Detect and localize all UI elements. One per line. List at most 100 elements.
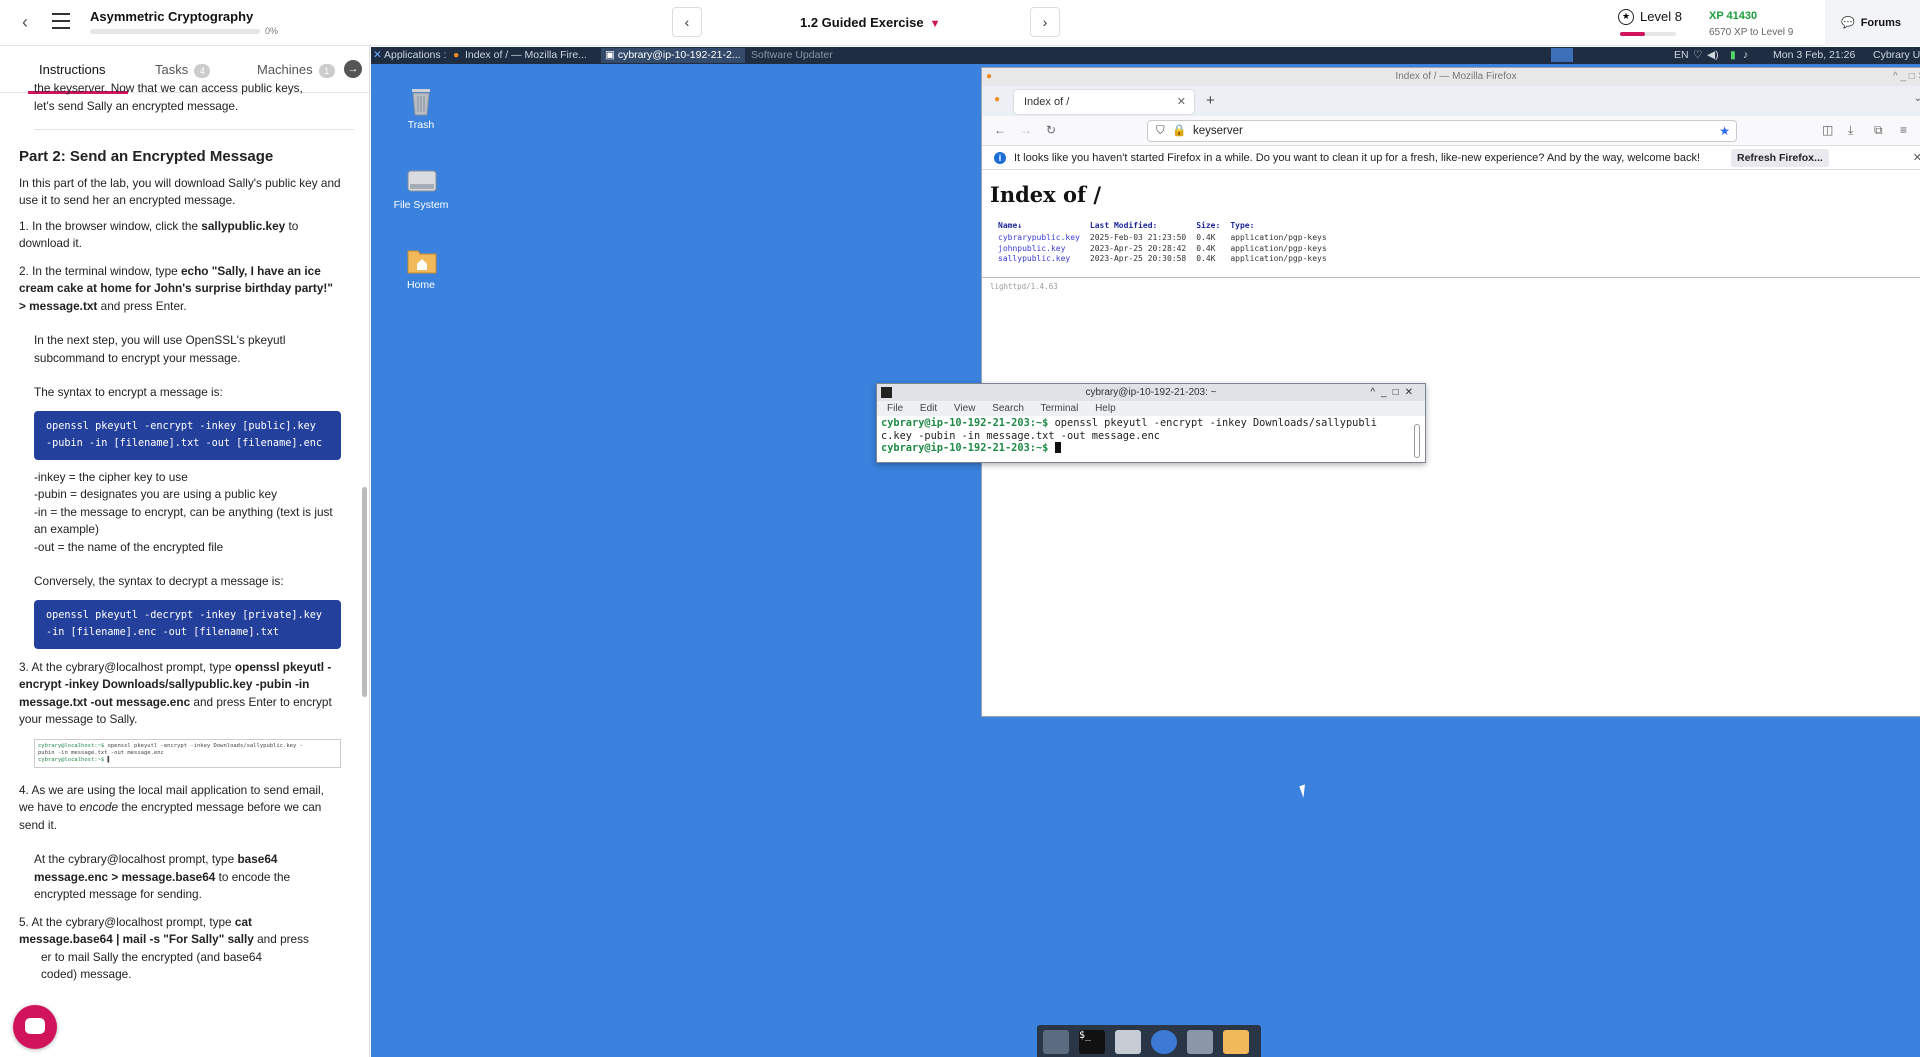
tab-tasks[interactable]: Tasks 4 — [155, 62, 211, 78]
file-link-sallypublic[interactable]: sallypublic.key — [998, 254, 1090, 265]
web-browser-icon[interactable] — [1151, 1030, 1177, 1054]
back-arrow-icon[interactable]: ← — [994, 123, 1006, 137]
workspace-switcher[interactable] — [1551, 48, 1573, 62]
command-text: openssl pkeyutl -encrypt -inkey Download… — [1048, 417, 1377, 429]
close-notice-icon[interactable]: ✕ — [1913, 146, 1920, 170]
firefox-view-icon[interactable]: ● — [994, 94, 1000, 105]
window-controls[interactable]: ^_□✕ — [1370, 384, 1419, 401]
applications-menu[interactable]: Applications : — [384, 49, 446, 61]
menu-search[interactable]: Search — [992, 403, 1024, 414]
clock[interactable]: Mon 3 Feb, 21:26 — [1773, 49, 1855, 61]
refresh-firefox-button[interactable]: Refresh Firefox... — [1731, 149, 1829, 167]
chevron-down-icon: ▼ — [929, 18, 941, 30]
close-tab-icon[interactable]: ✕ — [1177, 90, 1186, 114]
column-header[interactable]: Type: — [1230, 221, 1336, 233]
panel-scrollbar[interactable] — [362, 487, 367, 697]
desktop-icon-home[interactable]: Home — [386, 245, 456, 291]
lesson-title: 1.2 Guided Exercise — [800, 15, 924, 30]
tab-list-icon[interactable]: ⌄ — [1914, 93, 1920, 104]
keyboard-layout[interactable]: EN — [1674, 49, 1689, 61]
xp-total: XP 41430 — [1709, 10, 1758, 22]
forums-label: Forums — [1860, 17, 1902, 29]
desktop-icon-trash[interactable]: Trash — [386, 85, 456, 131]
course-progress-label: 0% — [265, 26, 279, 36]
chat-icon: 💬 — [1841, 17, 1855, 29]
lock-icon: 🔒 — [1172, 125, 1187, 137]
table-cell: 2023-Apr-25 20:30:58 — [1089, 254, 1187, 263]
next-lesson-button[interactable]: › — [1030, 7, 1060, 37]
column-header[interactable]: Name↓ — [998, 221, 1090, 233]
sallypublic-key-ref: sallypublic.key — [201, 218, 286, 233]
hamburger-menu-icon[interactable]: ≡ — [1900, 123, 1907, 137]
file-link-cybrarypublic[interactable]: cybrarypublic.key — [998, 233, 1090, 244]
tab-label: Tasks — [155, 62, 189, 77]
menu-file[interactable]: File — [887, 403, 903, 414]
menu-view[interactable]: View — [954, 403, 976, 414]
forums-button[interactable]: 💬 Forums — [1825, 0, 1920, 46]
tab-title: Index of / — [1024, 96, 1070, 108]
terminal-window: cybrary@ip-10-192-21-203: ~ ^_□✕ File Ed… — [876, 383, 1426, 463]
desktop-icon-filesystem[interactable]: File System — [386, 165, 456, 211]
shell-prompt: cybrary@ip-10-192-21-203:~$ — [881, 442, 1049, 454]
table-row: cybrarypublic.key 2025-Feb-03 21:23:50 0… — [998, 233, 1337, 244]
bookmark-star-icon[interactable]: ★ — [1719, 121, 1730, 141]
top-bar: ‹ Asymmetric Cryptography 0% ‹ 1.2 Guide… — [0, 0, 1920, 46]
window-controls[interactable]: ^ _ □ ✕ — [1893, 68, 1920, 86]
table-header-row: Name↓ Last Modified: Size: Type: — [998, 221, 1337, 233]
menu-help[interactable]: Help — [1095, 403, 1116, 414]
menu-icon[interactable] — [52, 13, 70, 29]
forward-arrow-icon[interactable]: → — [1020, 123, 1032, 137]
extensions-icon[interactable]: ⧉ — [1874, 123, 1883, 138]
firefox-titlebar[interactable]: ● Index of / — Mozilla Firefox ^ _ □ ✕ — [982, 68, 1920, 86]
battery-icon[interactable]: ▮ — [1730, 49, 1736, 61]
download-icon[interactable]: ⤓ — [1848, 123, 1853, 138]
new-tab-button[interactable]: + — [1206, 92, 1215, 109]
tab-label: Instructions — [39, 62, 106, 77]
file-manager-icon[interactable] — [1115, 1030, 1141, 1054]
divider — [982, 276, 1920, 278]
prev-lesson-button[interactable]: ‹ — [672, 7, 702, 37]
lesson-selector[interactable]: 1.2 Guided Exercise ▼ — [800, 15, 940, 30]
encrypt-syntax-label: The syntax to encrypt a message is: — [34, 385, 223, 399]
option-out: -out = the name of the encrypted file — [34, 539, 224, 554]
pocket-icon[interactable]: ◫ — [1822, 123, 1833, 137]
section-heading: Part 2: Send an Encrypted Message — [19, 148, 274, 165]
network-icon[interactable]: ♡ — [1693, 49, 1702, 61]
terminal-scrollbar[interactable] — [1414, 424, 1420, 458]
column-header[interactable]: Size: — [1196, 221, 1230, 233]
notice-text: It looks like you haven't started Firefo… — [1014, 152, 1701, 164]
home-folder-icon — [406, 245, 437, 275]
folder-icon[interactable] — [1223, 1030, 1249, 1054]
taskbar-firefox[interactable]: Index of / — Mozilla Fire... — [465, 49, 587, 61]
file-link-johnpublic[interactable]: johnpublic.key — [998, 244, 1090, 255]
taskbar-terminal[interactable]: ▣ cybrary@ip-10-192-21-2... — [601, 48, 745, 63]
menu-edit[interactable]: Edit — [920, 403, 937, 414]
browser-tab[interactable]: Index of / ✕ — [1014, 90, 1194, 114]
menu-terminal[interactable]: Terminal — [1041, 403, 1079, 414]
taskbar-updater[interactable]: Software Updater — [751, 49, 833, 61]
instructions-content: the keyserver. Now that we can access pu… — [19, 81, 354, 984]
user-menu[interactable]: Cybrary Us — [1873, 49, 1920, 61]
terminal-screenshot: cybrary@localhost:~$ openssl pkeyutl -en… — [34, 738, 341, 768]
arrow-right-icon[interactable]: → — [344, 60, 362, 78]
app-finder-icon[interactable] — [1187, 1030, 1213, 1054]
column-header[interactable]: Last Modified: — [1090, 221, 1196, 233]
reload-icon[interactable]: ↻ — [1046, 123, 1056, 137]
step-3: 3. At the cybrary@localhost prompt, type… — [19, 659, 332, 727]
tab-machines[interactable]: Machines 1 — [257, 62, 335, 78]
tab-instructions[interactable]: Instructions — [39, 62, 105, 77]
chat-support-button[interactable] — [13, 1005, 57, 1049]
show-desktop-icon[interactable] — [1043, 1030, 1069, 1054]
terminal-icon: ▣ — [605, 49, 618, 61]
terminal-titlebar[interactable]: cybrary@ip-10-192-21-203: ~ ^_□✕ — [877, 384, 1425, 401]
mouse-pointer-icon — [1299, 782, 1315, 798]
volume-icon[interactable]: ◀) — [1707, 49, 1719, 61]
back-icon[interactable]: ‹ — [22, 12, 42, 32]
notification-bell-icon[interactable]: ♪ — [1743, 49, 1748, 61]
xfce-logo-icon[interactable]: ✕ — [373, 49, 382, 61]
firefox-notification-bar: i It looks like you haven't started Fire… — [982, 146, 1920, 170]
directory-listing: Name↓ Last Modified: Size: Type: cybrary… — [998, 221, 1337, 265]
terminal-output[interactable]: cybrary@ip-10-192-21-203:~$ openssl pkey… — [877, 416, 1425, 456]
terminal-launcher-icon[interactable]: $_ — [1079, 1030, 1105, 1054]
url-bar[interactable]: ⛉ 🔒 keyserver ★ — [1147, 120, 1737, 142]
